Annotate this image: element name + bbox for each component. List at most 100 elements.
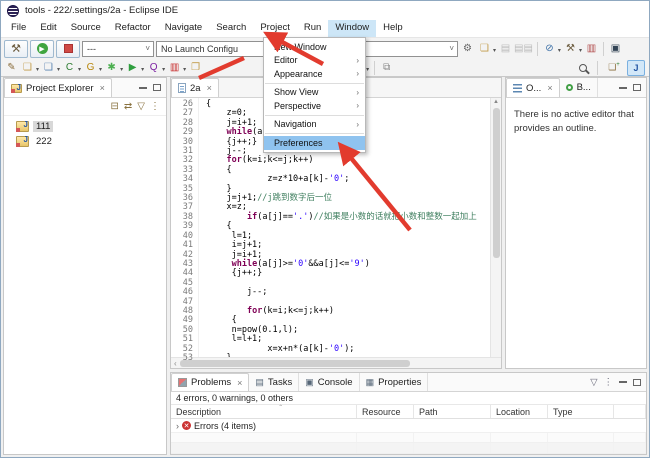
properties-icon: ▦ xyxy=(366,377,375,388)
open-perspective-button[interactable]: ❏+ xyxy=(605,60,623,76)
maximize-icon[interactable] xyxy=(153,84,161,91)
column-header-type[interactable]: Type xyxy=(548,405,614,418)
save-icon[interactable]: ▤ xyxy=(498,41,513,56)
menu-item-navigate[interactable]: Navigate xyxy=(158,20,210,37)
horizontal-scrollbar[interactable]: ‹ xyxy=(171,357,501,368)
ant-build-icon[interactable]: G xyxy=(83,60,98,75)
open-task-icon[interactable]: ❐ xyxy=(188,60,203,75)
link-editor-icon[interactable]: ⇄ xyxy=(124,101,132,112)
column-header-resource[interactable]: Resource xyxy=(357,405,414,418)
coverage-launch-icon[interactable]: ▥ xyxy=(167,60,182,75)
scrollbar-thumb[interactable] xyxy=(180,360,410,367)
menu-item-run[interactable]: Run xyxy=(297,20,328,37)
minimize-icon[interactable] xyxy=(139,87,147,89)
chevron-right-icon[interactable]: › xyxy=(176,421,179,431)
launch-combo-1[interactable]: --- ˅ xyxy=(82,41,154,57)
menu-item-window[interactable]: Window xyxy=(328,20,376,37)
pin-editor-icon[interactable]: ⧉ xyxy=(379,60,394,75)
dropdown-caret-icon[interactable]: ▾ xyxy=(183,66,186,73)
open-console-icon[interactable]: ▣ xyxy=(608,41,623,56)
dropdown-caret-icon[interactable]: ▾ xyxy=(120,66,123,73)
open-element-icon[interactable]: ✎ xyxy=(4,60,19,75)
dropdown-caret-icon[interactable]: ▾ xyxy=(99,66,102,73)
view-menu-icon[interactable]: ⋮ xyxy=(150,101,160,112)
filter-icon[interactable]: ▽ xyxy=(137,101,145,112)
dropdown-caret-icon[interactable]: ▾ xyxy=(558,47,561,54)
minimize-icon[interactable] xyxy=(619,381,627,383)
collapse-all-icon[interactable]: ⊟ xyxy=(111,101,119,112)
search-icon[interactable] xyxy=(575,60,590,75)
profile-icon[interactable]: Q xyxy=(146,60,161,75)
menu-item-source[interactable]: Source xyxy=(64,20,108,37)
column-header-description[interactable]: Descriptionˆ xyxy=(171,405,357,418)
dropdown-caret-icon[interactable]: ▾ xyxy=(57,66,60,73)
line-number-gutter: 2627282930313233343536373839404142434445… xyxy=(171,98,199,357)
maximize-icon[interactable] xyxy=(633,379,641,386)
menu-item-show-view[interactable]: Show View› xyxy=(264,86,365,100)
project-tree: 111222 xyxy=(4,116,166,454)
scroll-up-icon[interactable]: ▲ xyxy=(493,98,499,107)
tab-boot-dashboard[interactable]: B... xyxy=(560,78,598,97)
scrollbar-thumb[interactable] xyxy=(493,108,500,258)
menu-item-new-window[interactable]: New Window xyxy=(264,40,365,54)
save-all-icon[interactable]: ▤▤ xyxy=(514,41,533,56)
maximize-icon[interactable] xyxy=(633,84,641,91)
tab-tasks[interactable]: ▤Tasks xyxy=(249,373,299,391)
menu-item-appearance[interactable]: Appearance› xyxy=(264,67,365,81)
menu-item-file[interactable]: File xyxy=(4,20,33,37)
tab-outline[interactable]: O... × xyxy=(506,78,560,97)
coverage-icon[interactable]: ▥ xyxy=(584,41,599,56)
dropdown-caret-icon[interactable]: ▾ xyxy=(36,66,39,73)
build-all-button[interactable]: ⚒ xyxy=(4,40,28,58)
new-wizard-icon[interactable]: ❏ xyxy=(20,60,35,75)
close-icon[interactable]: × xyxy=(237,378,242,388)
menu-item-help[interactable]: Help xyxy=(376,20,410,37)
problems-error-row[interactable]: › ✕ Errors (4 items) xyxy=(171,419,646,433)
menu-item-search[interactable]: Search xyxy=(209,20,253,37)
table-row xyxy=(171,433,646,444)
minimize-icon[interactable] xyxy=(619,87,627,89)
gear-icon[interactable]: ⚙ xyxy=(460,41,475,56)
stop-button[interactable] xyxy=(56,40,80,58)
menu-item-refactor[interactable]: Refactor xyxy=(108,20,158,37)
run-icon[interactable]: ▶ xyxy=(125,60,140,75)
tree-item-111[interactable]: 111 xyxy=(4,119,166,134)
menu-item-preferences[interactable]: Preferences xyxy=(264,136,365,150)
vertical-scrollbar[interactable]: ▲ xyxy=(490,98,501,357)
menu-item-project[interactable]: Project xyxy=(253,20,297,37)
column-header-location[interactable]: Location xyxy=(491,405,548,418)
new-java-project-icon[interactable]: ❏ xyxy=(41,60,56,75)
new-wizard-icon[interactable]: ❏ xyxy=(477,41,492,56)
outline-header: O... × B... xyxy=(506,78,646,98)
dropdown-caret-icon[interactable]: ▾ xyxy=(366,66,369,73)
tab-editor-2a[interactable]: 2a × xyxy=(171,78,219,97)
menu-item-navigation[interactable]: Navigation› xyxy=(264,118,365,132)
view-menu-icon[interactable]: ⋮ xyxy=(604,377,614,388)
dropdown-caret-icon[interactable]: ▾ xyxy=(579,47,582,54)
tab-problems[interactable]: Problems× xyxy=(171,373,249,391)
tree-item-222[interactable]: 222 xyxy=(4,134,166,149)
editor-tab-label: 2a xyxy=(190,83,201,94)
dropdown-caret-icon[interactable]: ▾ xyxy=(141,66,144,73)
tab-properties[interactable]: ▦Properties xyxy=(360,373,429,391)
tab-console[interactable]: ▣Console xyxy=(299,373,359,391)
close-icon[interactable]: × xyxy=(547,83,552,93)
filter-icon[interactable]: ▽ xyxy=(590,377,597,388)
java-perspective-button[interactable]: J xyxy=(627,60,645,76)
dropdown-caret-icon[interactable]: ▾ xyxy=(493,47,496,54)
column-header-path[interactable]: Path xyxy=(414,405,491,418)
close-icon[interactable]: × xyxy=(207,83,212,93)
menu-item-editor[interactable]: Editor› xyxy=(264,54,365,68)
new-class-icon[interactable]: C xyxy=(62,60,77,75)
debug-icon[interactable]: ✱ xyxy=(104,60,119,75)
dropdown-caret-icon[interactable]: ▾ xyxy=(162,66,165,73)
menu-item-perspective[interactable]: Perspective› xyxy=(264,99,365,113)
run-button[interactable]: ▶ xyxy=(30,40,54,58)
tab-project-explorer[interactable]: Project Explorer × xyxy=(4,78,112,97)
close-icon[interactable]: × xyxy=(100,83,105,93)
dropdown-caret-icon[interactable]: ▾ xyxy=(78,66,81,73)
build-icon[interactable]: ⚒ xyxy=(563,41,578,56)
skip-breakpoints-icon[interactable]: ⊘ xyxy=(542,41,557,56)
menu-item-edit[interactable]: Edit xyxy=(33,20,63,37)
eclipse-window: tools - 222/.settings/2a - Eclipse IDE F… xyxy=(0,0,650,458)
